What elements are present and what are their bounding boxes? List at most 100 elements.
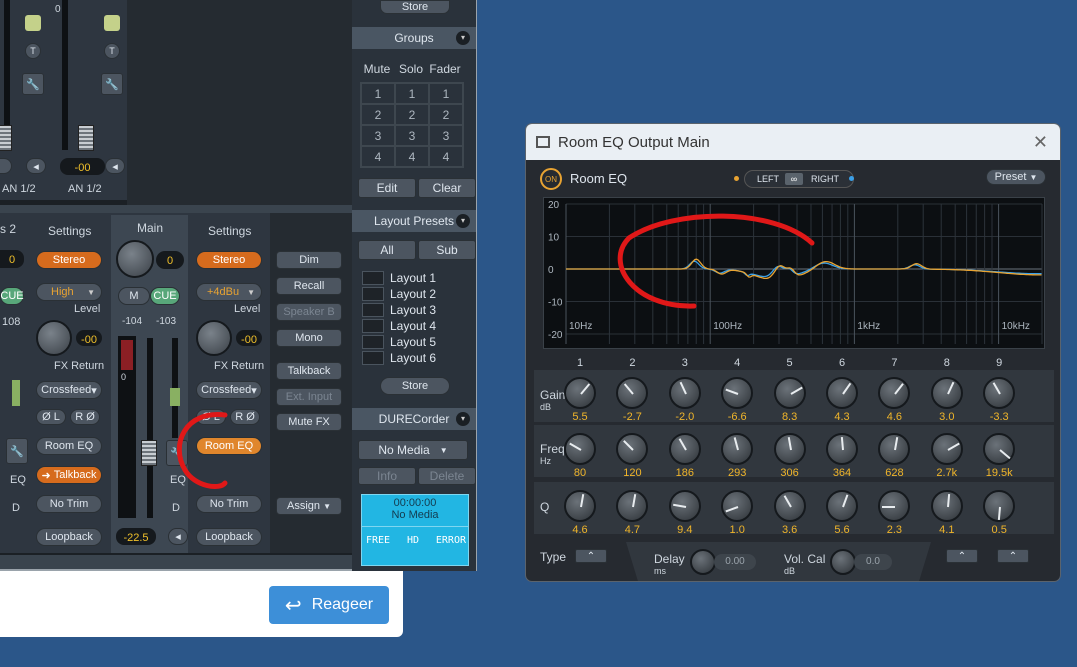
main-volume-knob[interactable] bbox=[116, 240, 154, 278]
layout-presets-header[interactable]: Layout Presets ▾ bbox=[352, 210, 476, 232]
delete-button[interactable]: Delete bbox=[418, 467, 476, 485]
group-cell[interactable]: 1 bbox=[429, 83, 463, 104]
reply-button[interactable]: ↩ Reageer bbox=[269, 586, 389, 624]
fader-track[interactable] bbox=[62, 0, 68, 150]
gain-value[interactable]: 5.5 bbox=[560, 411, 600, 423]
volcal-value[interactable]: 0.0 bbox=[854, 554, 892, 570]
groups-header[interactable]: Groups ▾ bbox=[352, 27, 476, 49]
gain-knob[interactable] bbox=[564, 377, 596, 409]
assign-dropdown[interactable]: Assign ▼ bbox=[276, 497, 342, 515]
gain-value[interactable]: 4.6 bbox=[874, 411, 914, 423]
group-cell[interactable]: 4 bbox=[395, 146, 429, 167]
layout-slot[interactable] bbox=[362, 335, 384, 349]
gain-knob[interactable] bbox=[773, 377, 806, 409]
freq-knob[interactable] bbox=[826, 433, 858, 465]
main-fader-track[interactable] bbox=[147, 338, 153, 518]
q-value[interactable]: 4.1 bbox=[927, 524, 967, 536]
layout-preset-item[interactable]: Layout 3 bbox=[362, 302, 466, 318]
link-icon[interactable]: ∞ bbox=[785, 173, 803, 185]
phase-right-button[interactable]: R Ø bbox=[70, 409, 100, 425]
eq-graph[interactable]: 20 10 0 -10 -20 10Hz 100Hz 1kHz 10kHz bbox=[543, 197, 1045, 349]
freq-value[interactable]: 364 bbox=[822, 467, 862, 479]
right-label[interactable]: RIGHT bbox=[811, 174, 839, 184]
fader-handle[interactable] bbox=[78, 125, 94, 151]
left-label[interactable]: LEFT bbox=[757, 174, 779, 184]
no-trim-button[interactable]: No Trim bbox=[36, 495, 102, 513]
media-dropdown[interactable]: No Media ▼ bbox=[358, 440, 468, 460]
freq-knob[interactable] bbox=[564, 433, 596, 465]
layout-preset-item[interactable]: Layout 5 bbox=[362, 334, 466, 350]
gain-knob[interactable] bbox=[721, 377, 754, 409]
store-button[interactable]: Store bbox=[380, 0, 450, 14]
trim-handle[interactable] bbox=[170, 388, 180, 406]
dim-button[interactable]: Dim bbox=[276, 251, 342, 269]
chevron-left-icon[interactable]: ◂ bbox=[105, 158, 125, 174]
durec-header[interactable]: DURECorder ▾ bbox=[352, 408, 476, 430]
level-knob[interactable] bbox=[36, 320, 72, 356]
filter-type-peak-icon[interactable]: ⌃ bbox=[946, 549, 978, 563]
layout-slot[interactable] bbox=[362, 303, 384, 317]
q-knob[interactable] bbox=[668, 490, 701, 522]
q-value[interactable]: 0.5 bbox=[979, 524, 1019, 536]
freq-value[interactable]: 186 bbox=[665, 467, 705, 479]
gain-value[interactable]: -6.6 bbox=[717, 411, 757, 423]
t-button[interactable]: T bbox=[25, 43, 41, 59]
clear-button[interactable]: Clear bbox=[418, 178, 476, 198]
freq-value[interactable]: 2.7k bbox=[927, 467, 967, 479]
h-scrollbar-bottom[interactable] bbox=[0, 555, 352, 569]
main-fader-handle[interactable] bbox=[141, 440, 157, 466]
filter-dropdown[interactable]: High ▼ bbox=[36, 283, 102, 301]
wrench-icon[interactable]: 🔧 bbox=[22, 73, 44, 95]
gain-value[interactable]: -2.0 bbox=[665, 411, 705, 423]
phase-left-button[interactable]: Ø L bbox=[36, 409, 66, 425]
room-eq-button[interactable]: Room EQ bbox=[36, 437, 102, 455]
freq-knob[interactable] bbox=[930, 433, 963, 465]
preset-dropdown[interactable]: Preset ▼ bbox=[986, 169, 1046, 185]
freq-knob[interactable] bbox=[668, 433, 701, 465]
freq-knob[interactable] bbox=[773, 433, 806, 465]
group-cell[interactable]: 3 bbox=[429, 125, 463, 146]
q-knob[interactable] bbox=[773, 490, 806, 522]
gain-value[interactable]: 4.3 bbox=[822, 411, 862, 423]
cue-button[interactable]: CUE bbox=[150, 287, 180, 305]
group-cell[interactable]: 4 bbox=[361, 146, 395, 167]
group-cell[interactable]: 3 bbox=[395, 125, 429, 146]
fader-handle[interactable] bbox=[0, 125, 12, 151]
stereo-button[interactable]: Stereo bbox=[36, 251, 102, 269]
wrench-icon[interactable]: 🔧 bbox=[6, 438, 28, 464]
ext-input-button[interactable]: Ext. Input bbox=[276, 388, 342, 406]
layout-preset-item[interactable]: Layout 1 bbox=[362, 270, 466, 286]
group-cell[interactable]: 1 bbox=[361, 83, 395, 104]
close-icon[interactable]: ✕ bbox=[1033, 132, 1048, 153]
loopback-button[interactable]: Loopback bbox=[196, 528, 262, 546]
q-value[interactable]: 2.3 bbox=[874, 524, 914, 536]
h-scrollbar[interactable] bbox=[0, 205, 352, 213]
freq-value[interactable]: 293 bbox=[717, 467, 757, 479]
freq-knob[interactable] bbox=[983, 433, 1016, 465]
all-button[interactable]: All bbox=[358, 240, 416, 260]
q-knob[interactable] bbox=[564, 490, 596, 522]
group-cell[interactable]: 2 bbox=[429, 104, 463, 125]
mute-fx-button[interactable]: Mute FX bbox=[276, 413, 342, 431]
fader-handle[interactable] bbox=[12, 380, 20, 406]
q-value[interactable]: 1.0 bbox=[717, 524, 757, 536]
t-button[interactable]: T bbox=[104, 43, 120, 59]
on-button[interactable]: ON bbox=[540, 168, 562, 190]
wrench-icon[interactable]: 🔧 bbox=[101, 73, 123, 95]
group-cell[interactable]: 3 bbox=[361, 125, 395, 146]
q-knob[interactable] bbox=[826, 490, 858, 522]
filter-type-peak-icon[interactable]: ⌃ bbox=[575, 549, 607, 563]
gain-value[interactable]: -2.7 bbox=[612, 411, 652, 423]
chevron-left-icon[interactable]: ◂ bbox=[168, 528, 188, 545]
freq-value[interactable]: 306 bbox=[770, 467, 810, 479]
freq-knob[interactable] bbox=[721, 433, 754, 465]
freq-value[interactable]: 628 bbox=[874, 467, 914, 479]
crossfeed-dropdown[interactable]: Crossfeed ▾ bbox=[196, 381, 262, 399]
freq-value[interactable]: 80 bbox=[560, 467, 600, 479]
sub-button[interactable]: Sub bbox=[418, 240, 476, 260]
gain-knob[interactable] bbox=[930, 377, 963, 409]
q-value[interactable]: 9.4 bbox=[665, 524, 705, 536]
freq-value[interactable]: 19.5k bbox=[979, 467, 1019, 479]
loopback-button[interactable]: Loopback bbox=[36, 528, 102, 546]
gain-value[interactable]: 3.0 bbox=[927, 411, 967, 423]
